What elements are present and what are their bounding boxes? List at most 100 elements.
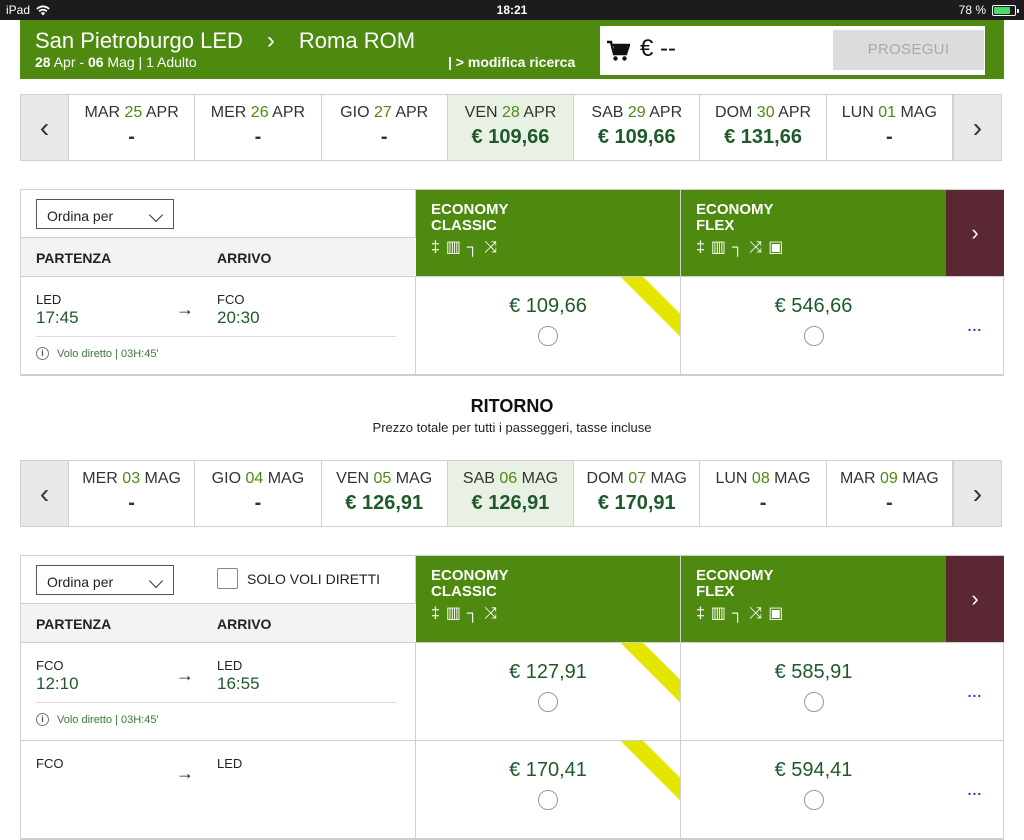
fare-price: € 170,41 [509, 759, 587, 781]
flight-details[interactable]: i Volo diretto | 03H:45' [36, 347, 159, 360]
date-option[interactable]: DOM 30 APR € 131,66 [700, 95, 827, 160]
fare-radio[interactable] [803, 692, 824, 712]
fare-price: € 585,91 [774, 661, 853, 683]
direct-only-filter[interactable]: SOLO VOLI DIRETTI [217, 568, 380, 589]
destination-city: Roma ROM [298, 28, 416, 53]
date-option[interactable]: MER 26 APR - [195, 95, 322, 160]
departure-time: 17:45 [36, 308, 79, 327]
passengers: | 1 Adulto [138, 54, 197, 70]
departure-airport: FCO [36, 658, 64, 673]
fare-cell-economy-flex[interactable]: € 546,66 [681, 277, 946, 374]
date-day: 30 [756, 104, 775, 121]
outbound-date-strip: ‹ MAR 25 APR - MER 26 APR - GIO 27 APR - VEN 2… [20, 94, 1002, 161]
date-month: MAG [902, 470, 939, 487]
date-day: 06 [499, 470, 518, 487]
hand-baggage-icon: ‡ [431, 605, 440, 622]
date-option[interactable]: MAR 25 APR - [69, 95, 196, 160]
date-dow: LUN [715, 470, 748, 487]
date-option[interactable]: SAB 06 MAG € 126,91 [447, 461, 575, 526]
date-price: € 109,66 [471, 126, 550, 148]
date-month: MAG [144, 470, 181, 487]
date-price: € 126,91 [345, 492, 424, 514]
date-dow: DOM [715, 104, 753, 121]
date-option[interactable]: VEN 28 APR € 109,66 [447, 95, 575, 160]
change-icon: ⤨ [484, 239, 498, 256]
fare-title-line1: ECONOMY [431, 201, 509, 218]
fare-radio[interactable] [538, 790, 558, 810]
hand-baggage-icon: ‡ [696, 605, 705, 622]
date-option[interactable]: SAB 29 APR € 109,66 [574, 95, 701, 160]
fare-cell-economy-classic[interactable]: € 170,41 [416, 741, 681, 838]
fare-cell-economy-flex[interactable]: € 594,41 [681, 741, 946, 838]
hand-baggage-icon: ‡ [696, 239, 705, 256]
date-from-month: Apr [53, 54, 76, 70]
more-fares-button[interactable]: ... [946, 277, 1004, 374]
date-dow: MAR [839, 470, 876, 487]
date-option[interactable]: LUN 08 MAG - [700, 461, 827, 526]
row-divider [36, 702, 396, 703]
date-dow: LUN [841, 104, 874, 121]
arrival-header: ARRIVO [217, 250, 272, 266]
outbound-results-table: Ordina per PARTENZA ARRIVO ECONOMY CLASS… [20, 189, 1004, 376]
fare-header-economy-flex: ECONOMY FLEX ‡ ▥ ┐ ⤨ ▣ [681, 190, 946, 276]
fare-cell-economy-classic[interactable]: € 109,66 [416, 277, 681, 374]
modify-search-link[interactable]: | > modifica ricerca [448, 54, 575, 70]
date-dow: MAR [84, 104, 121, 121]
date-price: € 131,66 [724, 126, 802, 148]
more-fares-button[interactable]: ... [946, 741, 1004, 838]
date-price: - [254, 126, 262, 148]
cart-total: € -- [640, 35, 676, 62]
next-dates-button[interactable]: › [952, 95, 1001, 160]
proceed-button[interactable]: PROSEGUI [833, 30, 984, 70]
fare-radio[interactable] [803, 326, 824, 346]
date-price: - [885, 492, 893, 514]
date-option-label: DOM 30 APR [700, 104, 825, 122]
date-month: APR [523, 104, 557, 121]
date-price: € 170,91 [597, 492, 676, 514]
next-fares-button[interactable]: › [946, 190, 1004, 276]
flight-duration: Volo diretto | 03H:45' [57, 713, 159, 726]
fare-radio[interactable] [538, 326, 558, 346]
flight-row: LED 17:45 → FCO 20:30 i Volo diretto | 03H:45'… [21, 277, 1003, 375]
date-option[interactable]: VEN 05 MAG € 126,91 [322, 461, 448, 526]
fare-features: ‡ ▥ ┐ ⤨ ▣ [696, 606, 931, 622]
date-option[interactable]: DOM 07 MAG € 170,91 [574, 461, 701, 526]
trip-dates: 28 Apr - 06 Mag | 1 Adulto [35, 54, 197, 70]
next-dates-button[interactable]: › [952, 461, 1001, 526]
sort-select[interactable]: Ordina per [36, 565, 174, 595]
date-dow: GIO [211, 470, 242, 487]
return-date-strip: ‹ MER 03 MAG - GIO 04 MAG - VEN 05 MAG € 126,… [20, 460, 1002, 527]
fare-cell-economy-classic[interactable]: € 127,91 [416, 643, 681, 740]
date-month: MAG [267, 470, 305, 487]
date-option[interactable]: MER 03 MAG - [69, 461, 196, 526]
date-month: APR [145, 104, 179, 121]
sort-select[interactable]: Ordina per [36, 199, 174, 229]
fare-radio[interactable] [803, 790, 824, 810]
route: San Pietroburgo LED › Roma ROM [35, 27, 415, 55]
direct-only-checkbox[interactable] [217, 568, 238, 589]
status-bar: iPad 18:21 78 % [0, 0, 1024, 20]
checked-baggage-icon: ▥ [445, 239, 462, 256]
more-fares-button[interactable]: ... [946, 643, 1004, 740]
date-option[interactable]: GIO 27 APR - [322, 95, 448, 160]
date-option-label: VEN 05 MAG [322, 470, 447, 488]
arrival-airport: LED [217, 658, 243, 673]
fare-radio[interactable] [538, 692, 558, 712]
flight-details[interactable]: i Volo diretto | 03H:45' [36, 713, 159, 726]
direct-only-label: SOLO VOLI DIRETTI [247, 570, 381, 587]
date-option[interactable]: MAR 09 MAG - [827, 461, 953, 526]
flight-duration: Volo diretto | 03H:45' [57, 347, 159, 360]
hand-baggage-icon: ‡ [431, 239, 440, 256]
date-day: 07 [628, 470, 647, 487]
date-to-day: 06 [87, 54, 104, 70]
sort-select-label: Ordina per [47, 574, 114, 590]
chevron-down-icon [148, 573, 164, 589]
fare-cell-economy-flex[interactable]: € 585,91 [681, 643, 946, 740]
next-fares-button[interactable]: › [946, 556, 1004, 642]
arrow-right-icon: → [176, 665, 194, 685]
prev-dates-button[interactable]: ‹ [21, 95, 69, 160]
date-option[interactable]: GIO 04 MAG - [195, 461, 322, 526]
date-option-label: SAB 06 MAG [448, 470, 573, 488]
prev-dates-button[interactable]: ‹ [21, 461, 69, 526]
date-option[interactable]: LUN 01 MAG - [827, 95, 953, 160]
